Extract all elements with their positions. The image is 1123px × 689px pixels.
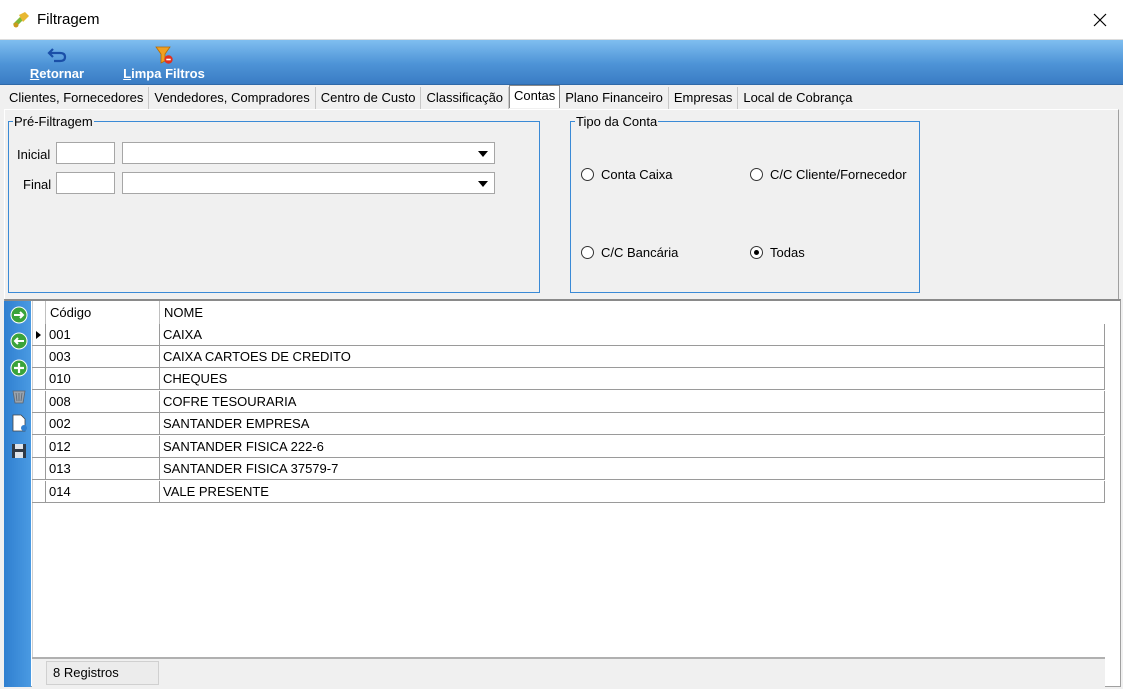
column-header-codigo[interactable]: Código: [46, 301, 160, 324]
filter-app-icon: [13, 12, 29, 28]
radio-circle: [581, 168, 594, 181]
cell-nome: SANTANDER FISICA 37579-7: [160, 458, 1105, 480]
radio-cc-bancaria-label: C/C Bancária: [601, 245, 679, 260]
limpa-filtros-label: Limpa Filtros: [123, 66, 205, 81]
radio-cc-cliente-fornecedor[interactable]: C/C Cliente/Fornecedor: [750, 167, 907, 182]
close-icon: [1093, 13, 1107, 27]
row-indicator: [32, 324, 46, 346]
delete-bin-icon[interactable]: [10, 387, 28, 405]
cell-codigo: 002: [46, 413, 160, 435]
grid-header-indicator: [32, 301, 46, 324]
tab-contas[interactable]: Contas: [509, 85, 561, 108]
table-row[interactable]: 008 COFRE TESOURARIA: [32, 391, 1105, 413]
table-row[interactable]: 003 CAIXA CARTOES DE CREDITO: [32, 346, 1105, 368]
cell-codigo: 003: [46, 346, 160, 368]
table-row[interactable]: 002 SANTANDER EMPRESA: [32, 413, 1105, 435]
row-indicator: [32, 368, 46, 390]
tab-classificacao[interactable]: Classificação: [421, 87, 510, 109]
cell-codigo: 013: [46, 458, 160, 480]
row-indicator: [32, 436, 46, 458]
retornar-label: Retornar: [29, 66, 85, 81]
tab-clientes-fornecedores[interactable]: Clientes, Fornecedores: [4, 87, 150, 109]
radio-cc-bancaria[interactable]: C/C Bancária: [581, 245, 678, 260]
radio-cc-cliente-fornecedor-label: C/C Cliente/Fornecedor: [770, 167, 907, 182]
final-label: Final: [23, 177, 52, 192]
cell-nome: COFRE TESOURARIA: [160, 391, 1105, 413]
record-count: 8 Registros: [46, 661, 159, 685]
cell-nome: SANTANDER EMPRESA: [160, 413, 1105, 435]
cell-codigo: 010: [46, 368, 160, 390]
inicial-label: Inicial: [17, 147, 51, 162]
save-disk-icon[interactable]: [10, 442, 28, 460]
tab-strip: Clientes, Fornecedores Vendedores, Compr…: [4, 85, 857, 109]
grid-footer: 8 Registros: [32, 657, 1105, 687]
window-title: Filtragem: [37, 11, 100, 28]
table-row[interactable]: 010 CHEQUES: [32, 368, 1105, 390]
final-combo[interactable]: [122, 172, 495, 194]
row-indicator: [32, 413, 46, 435]
table-row[interactable]: 001 CAIXA: [32, 324, 1105, 346]
radio-conta-caixa-label: Conta Caixa: [601, 167, 673, 182]
return-arrow-icon: [47, 48, 67, 63]
cell-nome: CAIXA CARTOES DE CREDITO: [160, 346, 1105, 368]
new-document-icon[interactable]: [10, 414, 28, 432]
tipo-da-conta-group: Tipo da Conta: [570, 114, 920, 293]
table-row[interactable]: 014 VALE PRESENTE: [32, 481, 1105, 503]
next-arrow-icon[interactable]: [10, 306, 28, 324]
column-header-nome[interactable]: NOME: [160, 301, 1105, 324]
inicial-combo[interactable]: [122, 142, 495, 164]
cell-codigo: 001: [46, 324, 160, 346]
cell-codigo: 008: [46, 391, 160, 413]
current-row-pointer-icon: [36, 331, 41, 339]
prev-arrow-icon[interactable]: [10, 332, 28, 350]
radio-todas[interactable]: Todas: [750, 245, 805, 260]
tab-local-de-cobranca[interactable]: Local de Cobrança: [738, 87, 857, 109]
add-icon[interactable]: [10, 359, 28, 377]
radio-todas-label: Todas: [770, 245, 805, 260]
close-button[interactable]: [1077, 0, 1123, 40]
chevron-down-icon: [478, 151, 488, 157]
row-indicator: [32, 481, 46, 503]
radio-circle-selected: [750, 246, 763, 259]
title-bar: Filtragem: [0, 0, 1123, 40]
radio-circle: [750, 168, 763, 181]
grid-navigator-bar: [4, 301, 31, 687]
table-row[interactable]: 012 SANTANDER FISICA 222-6: [32, 436, 1105, 458]
toolbar: Retornar Limpa Filtros: [0, 40, 1123, 85]
cell-nome: CHEQUES: [160, 368, 1105, 390]
tab-empresas[interactable]: Empresas: [669, 87, 739, 109]
tab-centro-de-custo[interactable]: Centro de Custo: [316, 87, 422, 109]
tab-plano-financeiro[interactable]: Plano Financeiro: [560, 87, 669, 109]
pre-filtragem-legend: Pré-Filtragem: [13, 114, 94, 129]
cell-nome: CAIXA: [160, 324, 1105, 346]
retornar-button[interactable]: Retornar: [24, 42, 90, 84]
limpa-filtros-button[interactable]: Limpa Filtros: [117, 42, 211, 84]
inicial-code-input[interactable]: [56, 142, 115, 164]
tab-vendedores-compradores[interactable]: Vendedores, Compradores: [149, 87, 316, 109]
clear-filter-icon: [155, 46, 173, 64]
row-indicator: [32, 346, 46, 368]
cell-codigo: 014: [46, 481, 160, 503]
row-indicator: [32, 458, 46, 480]
final-code-input[interactable]: [56, 172, 115, 194]
chevron-down-icon: [478, 181, 488, 187]
cell-nome: VALE PRESENTE: [160, 481, 1105, 503]
tipo-da-conta-legend: Tipo da Conta: [575, 114, 659, 129]
radio-circle: [581, 246, 594, 259]
cell-codigo: 012: [46, 436, 160, 458]
table-row[interactable]: 013 SANTANDER FISICA 37579-7: [32, 458, 1105, 480]
cell-nome: SANTANDER FISICA 222-6: [160, 436, 1105, 458]
radio-conta-caixa[interactable]: Conta Caixa: [581, 167, 673, 182]
row-indicator: [32, 391, 46, 413]
